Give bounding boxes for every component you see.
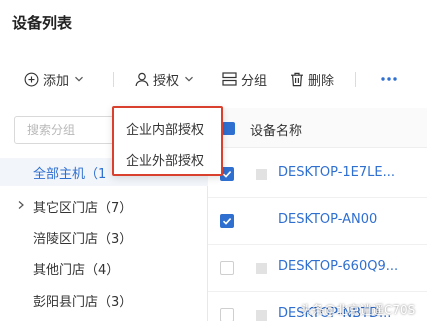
table-row[interactable]: DESKTOP-1E7LE... <box>208 150 427 198</box>
toolbar: 添加 授权 分组 删除 <box>0 62 427 96</box>
authorize-button-label: 授权 <box>153 73 180 89</box>
group-button-label: 分组 <box>241 73 268 89</box>
row-checkbox[interactable] <box>220 214 234 228</box>
delete-button-label: 删除 <box>308 73 335 89</box>
toolbar-divider <box>355 72 356 87</box>
row-checkbox[interactable] <box>220 308 234 321</box>
group-search-input[interactable] <box>14 116 124 144</box>
row-checkbox[interactable] <box>220 261 234 275</box>
add-button-label: 添加 <box>43 73 70 89</box>
user-icon <box>135 72 149 86</box>
table-row[interactable]: DESKTOP-660Q9... <box>208 244 427 292</box>
trash-icon <box>291 72 303 86</box>
menu-item-external-authorize[interactable]: 企业外部授权 <box>126 150 204 169</box>
more-horizontal-icon <box>381 77 397 81</box>
select-all-checkbox[interactable] <box>222 122 235 135</box>
sidebar-item-pengyang[interactable]: 彭阳县门店（3） <box>0 286 208 314</box>
check-icon <box>222 171 232 178</box>
menu-item-internal-authorize[interactable]: 企业内部授权 <box>126 119 204 138</box>
table-header: 设备名称 <box>208 108 427 148</box>
sidebar-item-label: 其它区门店（7） <box>33 200 133 216</box>
authorize-dropdown-menu: 企业内部授权 企业外部授权 <box>112 106 223 176</box>
device-name-link[interactable]: DESKTOP-AN00 <box>278 212 427 227</box>
device-name-link[interactable]: DESKTOP-1E7LE... <box>278 165 427 180</box>
delete-button[interactable]: 删除 <box>290 68 334 90</box>
table-row[interactable]: DESKTOP-AN00 <box>208 197 427 245</box>
plus-circle-icon <box>24 72 39 86</box>
computer-icon <box>256 310 267 321</box>
toolbar-divider <box>113 72 114 87</box>
group-button[interactable]: 分组 <box>222 68 267 90</box>
device-name-link[interactable]: DESKTOP-660Q9... <box>278 259 427 274</box>
sidebar-item-label: 其他门店（4） <box>33 262 120 278</box>
sidebar-item-fuling[interactable]: 涪陵区门店（3） <box>0 223 208 251</box>
authorize-button[interactable]: 授权 <box>135 68 194 90</box>
check-icon <box>222 218 232 225</box>
column-header-device-name: 设备名称 <box>250 124 303 139</box>
computer-icon <box>256 263 267 274</box>
computer-icon <box>256 169 267 180</box>
page-title: 设备列表 <box>12 14 73 32</box>
group-icon <box>222 72 237 86</box>
chevron-down-icon <box>185 76 193 82</box>
chevron-right-icon[interactable] <box>17 200 25 210</box>
sidebar-item-label: 彭阳县门店（3） <box>33 294 133 310</box>
chevron-down-icon <box>75 76 83 82</box>
sidebar-item-other-stores[interactable]: 其他门店（4） <box>0 254 208 282</box>
sidebar-item-label: 涪陵区门店（3） <box>33 231 133 247</box>
more-button[interactable] <box>378 68 400 90</box>
watermark: 头条@北京逍遥C70S <box>300 303 416 317</box>
sidebar-item-label: 全部主机（1 <box>33 166 107 182</box>
add-button[interactable]: 添加 <box>24 68 84 90</box>
sidebar-item-other-district[interactable]: 其它区门店（7） <box>0 192 208 220</box>
